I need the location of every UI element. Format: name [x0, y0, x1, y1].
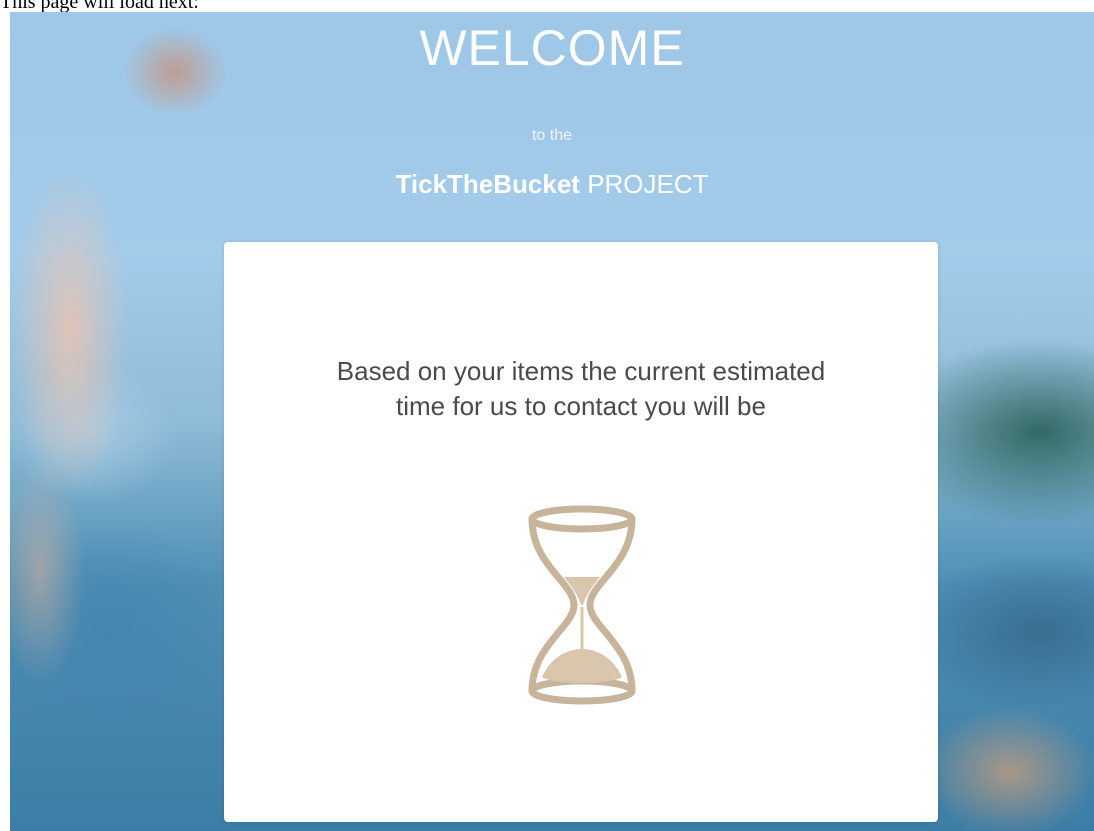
- estimate-message: Based on your items the current estimate…: [224, 354, 938, 424]
- hourglass-icon: [528, 505, 636, 705]
- project-title: TickTheBucket PROJECT: [10, 167, 1094, 201]
- estimate-message-line-1: Based on your items the current estimate…: [336, 356, 826, 386]
- estimate-message-line-2: time for us to contact you will be: [396, 391, 766, 421]
- brand-name: TickTheBucket: [395, 169, 580, 199]
- welcome-subtitle: to the: [531, 127, 573, 144]
- project-label: PROJECT: [587, 169, 709, 199]
- page-load-note: This page will load next:: [0, 0, 199, 12]
- estimate-card: Based on your items the current estimate…: [224, 242, 938, 822]
- welcome-title: WELCOME: [419, 20, 685, 76]
- welcome-screen: WELCOME to the TickTheBucket PROJECT Bas…: [10, 12, 1094, 831]
